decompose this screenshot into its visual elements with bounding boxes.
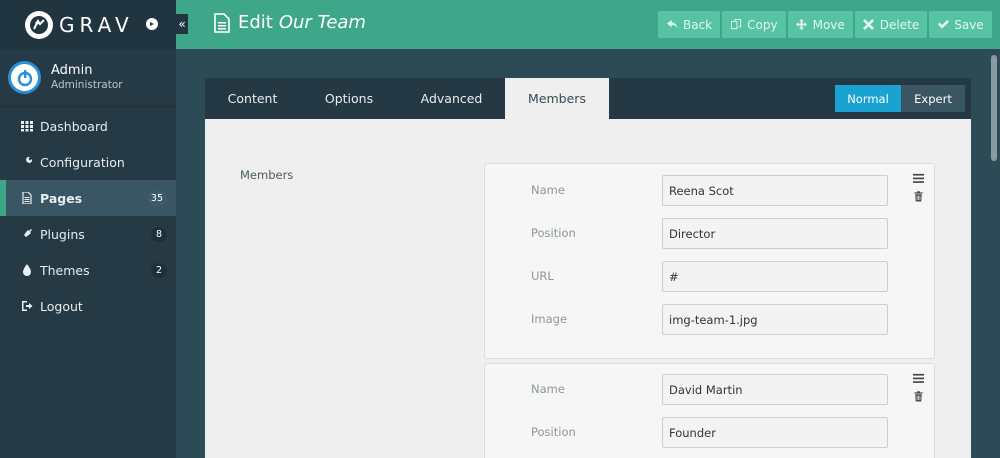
avatar — [8, 61, 41, 94]
sidebar-item-themes[interactable]: Themes 2 — [0, 252, 176, 288]
delete-button[interactable]: Delete — [854, 11, 928, 38]
themes-count-badge: 2 — [151, 263, 167, 278]
copy-button[interactable]: Copy — [722, 11, 786, 38]
page-editor-card: Content Options Advanced Members Normal … — [205, 78, 971, 458]
file-icon — [20, 191, 34, 205]
trash-icon[interactable] — [912, 390, 924, 402]
tab-advanced[interactable]: Advanced — [398, 78, 505, 119]
dashboard-icon — [20, 119, 34, 133]
copy-icon — [730, 19, 742, 31]
page-title: Edit Our Team — [214, 12, 366, 33]
member-name-row: Name — [485, 374, 934, 406]
member-position-input[interactable] — [662, 218, 888, 249]
title-page-name: Our Team — [278, 12, 366, 33]
close-icon — [863, 19, 875, 31]
back-button[interactable]: Back — [658, 11, 721, 38]
user-name: Admin — [51, 63, 93, 78]
members-field-label: Members — [240, 168, 294, 182]
normal-mode-button[interactable]: Normal — [835, 85, 901, 112]
mode-switch: Normal Expert — [835, 85, 965, 112]
main-content: Content Options Advanced Members Normal … — [176, 49, 988, 458]
image-label: Image — [531, 312, 568, 326]
member-name-input[interactable] — [662, 175, 888, 206]
move-label: Move — [812, 17, 845, 32]
name-label: Name — [531, 183, 565, 197]
arrows-icon — [796, 19, 808, 31]
drag-handle-icon[interactable] — [912, 372, 924, 384]
sidebar-item-label: Pages — [40, 190, 83, 206]
member-item: Name Position URL Image — [484, 163, 935, 359]
member-url-input[interactable] — [662, 261, 888, 292]
position-label: Position — [531, 425, 576, 439]
copy-label: Copy — [747, 17, 778, 32]
wrench-icon — [20, 155, 34, 169]
sidebar-item-pages[interactable]: Pages 35 — [0, 180, 176, 216]
member-name-row: Name — [485, 175, 934, 207]
toolbar: Back Copy Move Delete Save — [658, 11, 994, 38]
header: Edit Our Team Back Copy Move Delete Save — [176, 0, 1000, 49]
sidebar-item-logout[interactable]: Logout — [0, 288, 176, 324]
file-icon — [214, 12, 230, 33]
collapse-sidebar-button[interactable]: « — [176, 14, 188, 34]
brand[interactable]: GRAV — [0, 0, 176, 49]
position-label: Position — [531, 226, 576, 240]
page-scrollbar[interactable] — [988, 49, 1000, 458]
sidebar-item-configuration[interactable]: Configuration — [0, 144, 176, 180]
tab-content[interactable]: Content — [205, 78, 300, 119]
url-label: URL — [531, 269, 554, 283]
sidebar-item-label: Dashboard — [40, 118, 108, 134]
member-image-input[interactable] — [662, 304, 888, 335]
tab-options[interactable]: Options — [300, 78, 398, 119]
member-tools — [912, 372, 924, 402]
tab-members[interactable]: Members — [505, 78, 609, 119]
member-tools — [912, 172, 924, 202]
save-button[interactable]: Save — [929, 11, 992, 38]
sign-out-icon — [20, 299, 34, 313]
pages-count-badge: 35 — [146, 191, 167, 206]
sidebar-item-label: Logout — [40, 298, 83, 314]
expert-mode-button[interactable]: Expert — [901, 85, 965, 112]
member-position-row: Position — [485, 417, 934, 449]
brand-name: GRAV — [59, 12, 134, 37]
member-item: Name Position — [484, 363, 935, 458]
delete-label: Delete — [879, 17, 920, 32]
user-panel[interactable]: Admin Administrator — [0, 49, 176, 107]
sidebar-item-plugins[interactable]: Plugins 8 — [0, 216, 176, 252]
grav-logo-icon — [25, 10, 53, 39]
member-name-input[interactable] — [662, 374, 888, 405]
plug-icon — [20, 227, 34, 241]
member-position-row: Position — [485, 218, 934, 250]
plugins-count-badge: 8 — [151, 227, 167, 242]
check-icon — [937, 19, 949, 31]
trash-icon[interactable] — [912, 190, 924, 202]
reply-icon — [666, 19, 678, 31]
name-label: Name — [531, 382, 565, 396]
power-icon[interactable] — [146, 18, 158, 30]
member-image-row: Image — [485, 304, 934, 336]
tint-icon — [20, 263, 34, 277]
sidebar-item-label: Configuration — [40, 154, 125, 170]
member-url-row: URL — [485, 261, 934, 293]
member-position-input[interactable] — [662, 417, 888, 448]
sidebar-item-label: Themes — [40, 262, 90, 278]
sidebar-item-dashboard[interactable]: Dashboard — [0, 108, 176, 144]
save-label: Save — [954, 17, 984, 32]
drag-handle-icon[interactable] — [912, 172, 924, 184]
sidebar: GRAV Admin Administrator Dashboard Confi… — [0, 0, 176, 458]
user-role: Administrator — [51, 79, 123, 91]
sidebar-nav: Dashboard Configuration Pages 35 Plugins… — [0, 108, 176, 324]
title-prefix: Edit — [238, 12, 273, 33]
editor-tabs: Content Options Advanced Members Normal … — [205, 78, 971, 119]
scrollbar-thumb[interactable] — [991, 55, 997, 161]
sidebar-item-label: Plugins — [40, 226, 85, 242]
back-label: Back — [683, 17, 713, 32]
move-button[interactable]: Move — [787, 11, 853, 38]
